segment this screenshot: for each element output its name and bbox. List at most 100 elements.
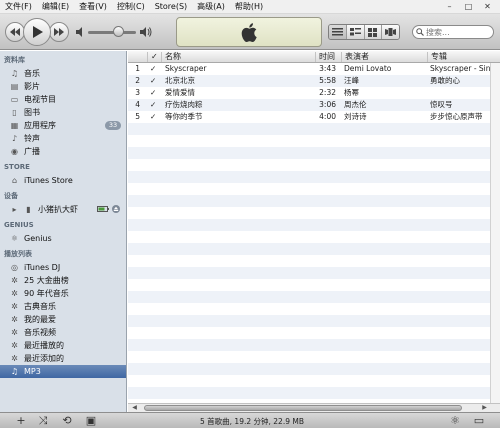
row-checkbox[interactable]: ✓ (150, 111, 160, 123)
column-name[interactable]: 名称 (162, 52, 316, 62)
scroll-right-arrow-icon[interactable]: ▶ (480, 404, 489, 412)
column-check[interactable]: ✓ (148, 52, 162, 62)
coverflow-view-button[interactable] (382, 25, 399, 39)
song-time: 4:00 (319, 112, 336, 121)
close-button[interactable]: ✕ (479, 1, 496, 12)
scroll-left-arrow-icon[interactable]: ◀ (130, 404, 139, 412)
artwork-toggle-button[interactable]: ▣ (84, 415, 98, 427)
grid-view-button[interactable] (364, 25, 383, 39)
horizontal-scrollbar[interactable]: ◀ ▶ (128, 403, 500, 412)
previous-track-button[interactable] (5, 22, 25, 42)
device-expand-icon[interactable]: ▸ (10, 205, 19, 214)
song-list: ✓ 名称 时间 表演者 专辑 1 ✓ Skyscraper 3:43 Demi … (128, 51, 500, 403)
sidebar-item-books[interactable]: ▯ 图书 (0, 106, 126, 119)
sidebar-item-tv-shows[interactable]: ▭ 电视节目 (0, 93, 126, 106)
row-checkbox[interactable]: ✓ (150, 99, 160, 111)
library-summary: 5 首歌曲, 19.2 分钟, 22.9 MB (200, 417, 304, 426)
library-header: 资料库 (4, 56, 25, 64)
sidebar-item-apps[interactable]: ▦ 应用程序 33 (0, 119, 126, 132)
vertical-scrollbar[interactable] (490, 63, 500, 403)
column-number[interactable] (128, 52, 148, 62)
row-number: 5 (135, 112, 140, 121)
menu-file[interactable]: 文件(F) (0, 1, 37, 12)
add-playlist-button[interactable]: + (14, 415, 28, 427)
sidebar-item-music[interactable]: ♫ 音乐 (0, 67, 126, 80)
smart-playlist-icon: ✲ (11, 276, 18, 285)
volume-high-icon (140, 27, 152, 37)
song-name: 等你的季节 (165, 112, 203, 121)
song-album: 勇敢的心 (430, 76, 460, 85)
column-album[interactable]: 专辑 (428, 52, 490, 62)
shuffle-button[interactable]: ⤨ (36, 415, 50, 427)
sidebar-item-mp3[interactable]: ♫ MP3 (0, 365, 126, 378)
genius-sidebar-button[interactable]: ⚛ (448, 415, 462, 427)
menu-controls[interactable]: 控制(C) (112, 1, 150, 12)
repeat-button[interactable]: ⟲ (60, 415, 74, 427)
sidebar-item-label: 音乐 (24, 69, 40, 78)
column-artist[interactable]: 表演者 (342, 52, 428, 62)
sidebar-item-music-videos[interactable]: ✲ 音乐视频 (0, 326, 126, 339)
row-number: 3 (135, 88, 140, 97)
empty-row (128, 375, 500, 387)
sidebar-item-movies[interactable]: ▤ 影片 (0, 80, 126, 93)
sidebar-item-favorites[interactable]: ✲ 我的最爱 (0, 313, 126, 326)
song-name: Skyscraper (165, 64, 207, 73)
sidebar-item-label: 90 年代音乐 (24, 289, 69, 298)
menu-edit[interactable]: 编辑(E) (37, 1, 74, 12)
smart-playlist-icon: ✲ (11, 328, 18, 337)
sidebar-item-label: 应用程序 (24, 121, 56, 130)
player-toolbar (0, 14, 500, 50)
volume-slider-knob[interactable] (113, 26, 124, 37)
song-time: 3:06 (319, 100, 336, 109)
next-track-button[interactable] (49, 22, 69, 42)
bell-icon: ♪ (11, 134, 18, 143)
sidebar-item-device[interactable]: ▸ ▮ 小猪扒大虾 (0, 203, 126, 216)
empty-row (128, 231, 500, 243)
row-checkbox[interactable]: ✓ (150, 75, 160, 87)
empty-row (128, 207, 500, 219)
menu-store[interactable]: Store(S) (150, 2, 192, 11)
sidebar-item-label: 古典音乐 (24, 302, 56, 311)
menu-bar: 文件(F) 编辑(E) 查看(V) 控制(C) Store(S) 高级(A) 帮… (0, 0, 500, 14)
smart-playlist-icon: ✲ (11, 302, 18, 311)
sidebar-item-classical[interactable]: ✲ 古典音乐 (0, 300, 126, 313)
tv-icon: ▭ (10, 95, 19, 104)
row-checkbox[interactable]: ✓ (150, 63, 160, 75)
sidebar-item-90s-music[interactable]: ✲ 90 年代音乐 (0, 287, 126, 300)
show-genius-button[interactable]: ▭ (472, 415, 486, 427)
menu-view[interactable]: 查看(V) (74, 1, 112, 12)
store-header: STORE (4, 163, 30, 171)
sidebar-item-genius[interactable]: ⚛ Genius (0, 232, 126, 245)
eject-icon[interactable] (112, 205, 120, 213)
song-name: 疗伤烧肉粽 (165, 100, 203, 109)
minimize-button[interactable]: – (441, 1, 458, 12)
sidebar-item-itunes-store[interactable]: ⌂ iTunes Store (0, 174, 126, 187)
column-time[interactable]: 时间 (316, 52, 342, 62)
list-view-icon (331, 28, 343, 36)
table-row[interactable]: 5 ✓ 等你的季节 4:00 刘诗诗 步步惊心原声带 (128, 111, 500, 123)
sidebar-item-label: 小猪扒大虾 (38, 205, 78, 214)
table-row[interactable]: 2 ✓ 北京北京 5:58 汪峰 勇敢的心 (128, 75, 500, 87)
search-input[interactable] (426, 27, 492, 37)
song-album: 惊叹号 (430, 100, 453, 109)
sidebar-item-label: 广播 (24, 147, 40, 156)
table-row[interactable]: 4 ✓ 疗伤烧肉粽 3:06 周杰伦 惊叹号 (128, 99, 500, 111)
sidebar-item-ringtones[interactable]: ♪ 铃声 (0, 132, 126, 145)
horizontal-scroll-thumb[interactable] (144, 405, 462, 411)
maximize-button[interactable]: □ (460, 1, 477, 12)
table-row[interactable]: 1 ✓ Skyscraper 3:43 Demi Lovato Skyscrap… (128, 63, 500, 75)
sidebar-item-itunes-dj[interactable]: ◎ iTunes DJ (0, 261, 126, 274)
sidebar-item-top25[interactable]: ✲ 25 大金曲榜 (0, 274, 126, 287)
list-view-button[interactable] (329, 25, 347, 39)
table-row[interactable]: 3 ✓ 爱情爱情 2:32 杨幂 (128, 87, 500, 99)
volume-slider-track[interactable] (88, 31, 136, 34)
album-list-view-button[interactable] (346, 25, 365, 39)
menu-advanced[interactable]: 高级(A) (192, 1, 230, 12)
play-button[interactable] (23, 18, 51, 46)
row-checkbox[interactable]: ✓ (150, 87, 160, 99)
sidebar-item-recently-played[interactable]: ✲ 最近播放的 (0, 339, 126, 352)
empty-row (128, 303, 500, 315)
menu-help[interactable]: 帮助(H) (230, 1, 268, 12)
sidebar-item-recently-added[interactable]: ✲ 最近添加的 (0, 352, 126, 365)
sidebar-item-radio[interactable]: ◉ 广播 (0, 145, 126, 158)
